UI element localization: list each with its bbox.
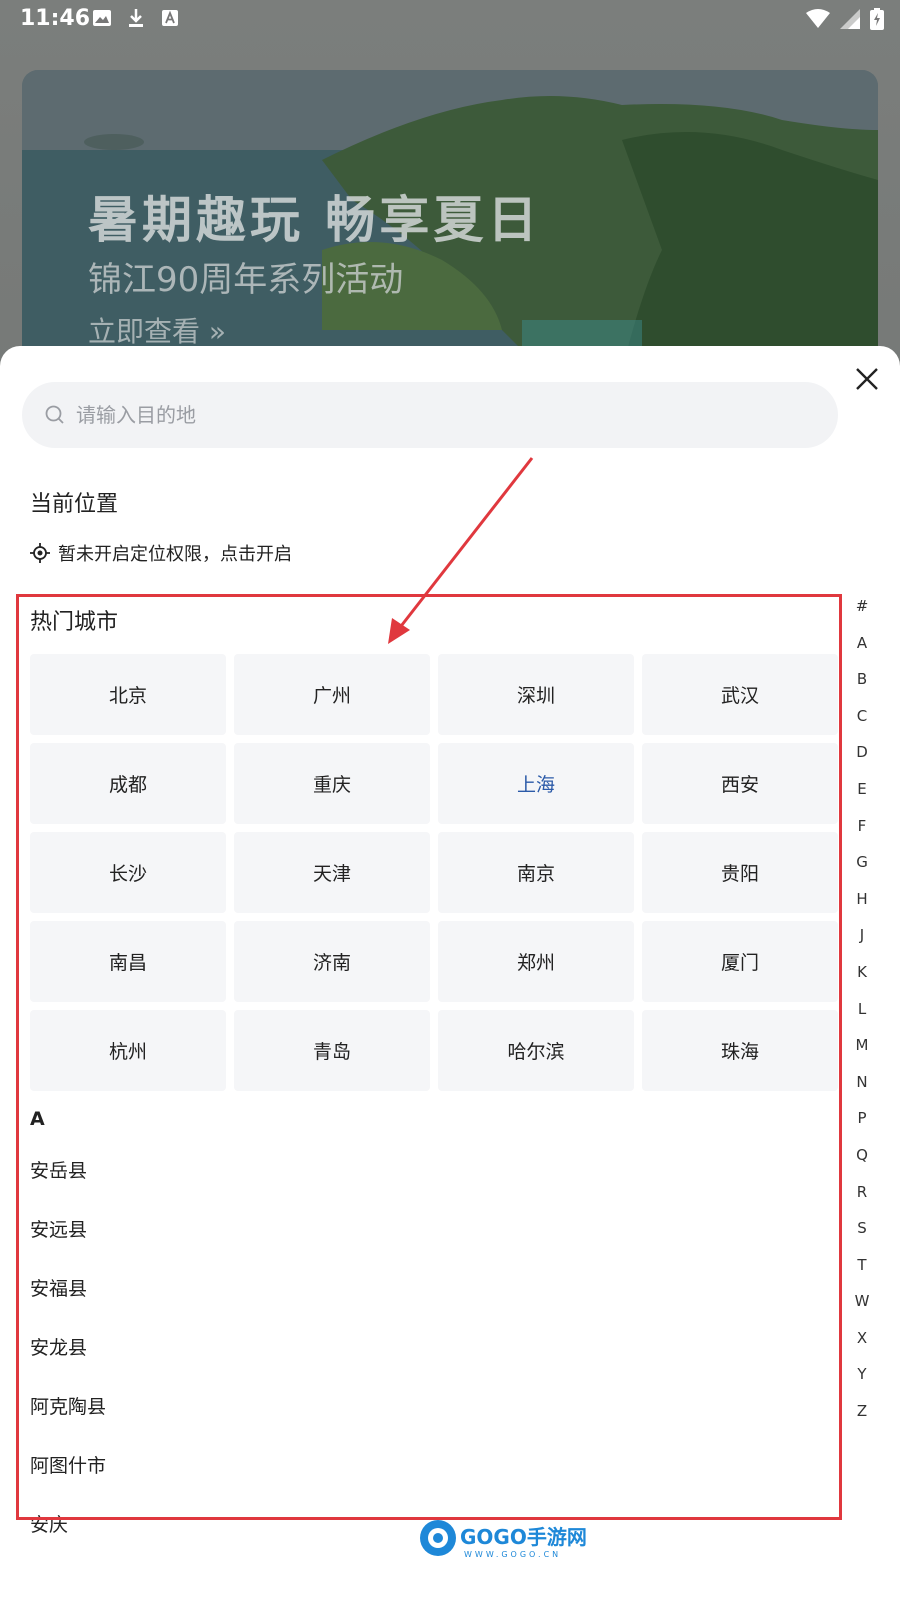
hot-city-button[interactable]: 青岛	[234, 1010, 430, 1091]
hot-city-button[interactable]: 成都	[30, 743, 226, 824]
city-list-item[interactable]: 安庆	[30, 1510, 106, 1569]
current-location-title: 当前位置	[30, 492, 119, 517]
hot-city-button[interactable]: 哈尔滨	[438, 1010, 634, 1091]
city-list: 安岳县 安远县 安福县 安龙县 阿克陶县 阿图什市 安庆	[30, 1156, 106, 1569]
index-letter[interactable]: H	[850, 881, 874, 918]
hot-cities-title: 热门城市	[30, 610, 119, 635]
hot-city-button[interactable]: 北京	[30, 654, 226, 735]
letter-heading: A	[30, 1108, 45, 1130]
search-bar[interactable]	[22, 382, 838, 448]
status-time: 11:46	[20, 6, 91, 31]
search-icon	[45, 405, 64, 424]
alphabet-index-bar[interactable]: # A B C D E F G H J K L M N P Q R S T W X Y Z	[850, 588, 874, 1430]
index-letter[interactable]: D	[850, 734, 874, 771]
city-list-item[interactable]: 阿图什市	[30, 1451, 106, 1510]
close-icon	[856, 368, 878, 390]
hot-city-button[interactable]: 郑州	[438, 921, 634, 1002]
battery-icon	[870, 8, 884, 36]
banner-subtitle: 锦江90周年系列活动	[88, 260, 404, 300]
notification-icons	[92, 8, 180, 28]
index-letter[interactable]: W	[850, 1283, 874, 1320]
promo-banner[interactable]: 暑期趣玩 畅享夏日 锦江90周年系列活动 立即查看 »	[22, 70, 878, 370]
hot-city-button[interactable]: 南昌	[30, 921, 226, 1002]
location-permission-prompt: 暂未开启定位权限，点击开启	[58, 544, 292, 565]
image-icon	[92, 8, 112, 28]
index-letter[interactable]: S	[850, 1210, 874, 1247]
index-letter[interactable]: R	[850, 1174, 874, 1211]
hot-city-button[interactable]: 南京	[438, 832, 634, 913]
hot-city-button[interactable]: 上海	[438, 743, 634, 824]
index-letter[interactable]: C	[850, 698, 874, 735]
hot-city-button[interactable]: 杭州	[30, 1010, 226, 1091]
index-letter[interactable]: L	[850, 991, 874, 1028]
hot-city-button[interactable]: 广州	[234, 654, 430, 735]
system-icons	[806, 8, 884, 36]
hot-city-button[interactable]: 珠海	[642, 1010, 838, 1091]
banner-title: 暑期趣玩 畅享夏日	[88, 191, 542, 249]
locate-icon	[30, 543, 50, 563]
index-letter[interactable]: P	[850, 1100, 874, 1137]
index-letter[interactable]: Q	[850, 1137, 874, 1174]
index-letter[interactable]: Z	[850, 1393, 874, 1430]
screen: 11:46 暑期趣玩 畅享夏日 锦江90周年系列活动 立即查看 » 请输入目的地…	[0, 0, 900, 1600]
destination-sheet: 当前位置 暂未开启定位权限，点击开启 热门城市 北京广州深圳武汉成都重庆上海西安…	[0, 346, 900, 1600]
hot-cities-grid: 北京 广州 深圳 武汉成都 重庆 上海 西安长沙 天津 南京 贵阳南昌 济南 郑州 厦门杭州 青岛 哈尔滨珠…	[30, 654, 838, 1091]
wifi-icon	[806, 9, 830, 35]
hot-city-button[interactable]: 深圳	[438, 654, 634, 735]
hot-city-button[interactable]: 厦门	[642, 921, 838, 1002]
city-list-item[interactable]: 安远县	[30, 1215, 106, 1274]
index-letter[interactable]: G	[850, 844, 874, 881]
index-letter[interactable]: #	[850, 588, 874, 625]
index-letter[interactable]: M	[850, 1027, 874, 1064]
search-input[interactable]	[74, 402, 778, 428]
font-app-icon	[160, 8, 180, 28]
banner-view-link[interactable]: 立即查看 »	[88, 310, 226, 350]
download-icon	[126, 8, 146, 28]
close-button[interactable]	[852, 364, 882, 394]
index-letter[interactable]: J	[850, 917, 874, 954]
enable-location-row[interactable]: 暂未开启定位权限，点击开启	[30, 540, 292, 566]
hot-city-button[interactable]: 重庆	[234, 743, 430, 824]
city-list-item[interactable]: 安岳县	[30, 1156, 106, 1215]
hot-city-button[interactable]: 天津	[234, 832, 430, 913]
city-list-item[interactable]: 安龙县	[30, 1333, 106, 1392]
hot-city-button[interactable]: 济南	[234, 921, 430, 1002]
index-letter[interactable]: Y	[850, 1356, 874, 1393]
index-letter[interactable]: F	[850, 808, 874, 845]
hot-city-button[interactable]: 西安	[642, 743, 838, 824]
city-list-item[interactable]: 阿克陶县	[30, 1392, 106, 1451]
index-letter[interactable]: B	[850, 661, 874, 698]
index-letter[interactable]: T	[850, 1247, 874, 1284]
city-list-item[interactable]: 安福县	[30, 1274, 106, 1333]
hot-city-button[interactable]: 长沙	[30, 832, 226, 913]
hot-city-button[interactable]: 贵阳	[642, 832, 838, 913]
signal-icon	[840, 9, 860, 35]
index-letter[interactable]: K	[850, 954, 874, 991]
index-letter[interactable]: E	[850, 771, 874, 808]
hot-city-button[interactable]: 武汉	[642, 654, 838, 735]
index-letter[interactable]: X	[850, 1320, 874, 1357]
status-bar: 11:46	[0, 0, 900, 40]
index-letter[interactable]: N	[850, 1064, 874, 1101]
index-letter[interactable]: A	[850, 625, 874, 662]
